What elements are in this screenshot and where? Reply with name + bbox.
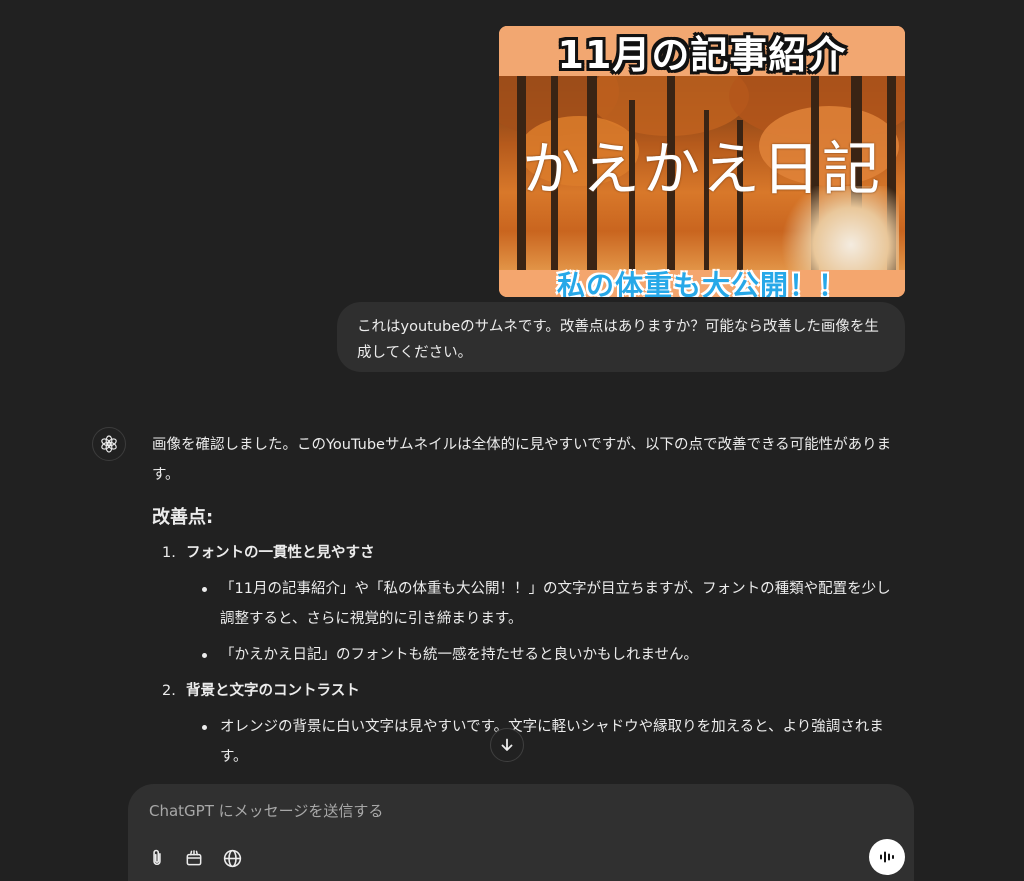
scroll-fade bbox=[0, 766, 1024, 786]
search-web-button[interactable] bbox=[219, 845, 245, 871]
bullet-dot bbox=[202, 587, 207, 592]
thumbnail-main-title: かえかえ日記 bbox=[521, 135, 882, 203]
bullet-dot bbox=[202, 653, 207, 658]
assistant-intro: 画像を確認しました。このYouTubeサムネイルは全体的に見やすいですが、以下の… bbox=[152, 437, 892, 483]
user-message-text: これはyoutubeのサムネです。改善点はありますか？可能なら改善した画像を生成… bbox=[357, 319, 879, 361]
voice-mode-button[interactable] bbox=[869, 839, 905, 875]
message-input[interactable] bbox=[147, 798, 751, 824]
toolbox-icon bbox=[186, 850, 202, 866]
thumbnail-top-banner: 11月の記事紹介 bbox=[499, 26, 905, 77]
globe-icon bbox=[223, 849, 241, 867]
bullet-text: 「11月の記事紹介」や「私の体重も大公開！！」の文字が目立ちますが、フォントの種… bbox=[220, 581, 891, 627]
section-title: フォントの一貫性と見やすさ bbox=[186, 545, 375, 561]
thumbnail-bottom-banner: 私の体重も大公開！！ bbox=[499, 269, 905, 297]
list-item-section-1: 1. フォントの一貫性と見やすさ bbox=[152, 538, 900, 568]
list-number: 2. bbox=[162, 683, 176, 699]
scroll-to-bottom-button[interactable] bbox=[490, 728, 524, 762]
bullet-item: 「11月の記事紹介」や「私の体重も大公開！！」の文字が目立ちますが、フォントの種… bbox=[152, 574, 900, 634]
bullet-text: オレンジの背景に白い文字は見やすいです。文字に軽いシャドウや縁取りを加えると、よ… bbox=[220, 719, 884, 765]
uploaded-thumbnail-image[interactable]: 11月の記事紹介 かえかえ日記 私の体重も大公開！！ bbox=[499, 26, 905, 297]
list-item-section-2: 2. 背景と文字のコントラスト bbox=[152, 676, 900, 706]
tools-button[interactable] bbox=[181, 845, 207, 871]
bullet-dot bbox=[202, 725, 207, 730]
thumbnail-bottom-text: 私の体重も大公開！！ bbox=[556, 268, 847, 298]
voice-mode-icon bbox=[880, 851, 894, 863]
assistant-heading: 改善点: bbox=[152, 507, 214, 528]
section-title: 背景と文字のコントラスト bbox=[186, 683, 360, 699]
list-number: 1. bbox=[162, 545, 176, 561]
openai-logo-icon bbox=[101, 435, 117, 453]
paperclip-icon bbox=[153, 849, 161, 865]
bullet-text: 「かえかえ日記」のフォントも統一感を持たせると良いかもしれません。 bbox=[220, 647, 699, 663]
bullet-item: オレンジの背景に白い文字は見やすいです。文字に軽いシャドウや縁取りを加えると、よ… bbox=[152, 712, 900, 772]
thumbnail-top-text: 11月の記事紹介 bbox=[557, 32, 847, 77]
message-composer bbox=[128, 784, 914, 881]
assistant-avatar bbox=[92, 427, 126, 461]
assistant-message: 画像を確認しました。このYouTubeサムネイルは全体的に見やすいですが、以下の… bbox=[152, 430, 900, 772]
bullet-item: 「かえかえ日記」のフォントも統一感を持たせると良いかもしれません。 bbox=[152, 640, 900, 670]
arrow-down-icon bbox=[501, 738, 513, 751]
user-message-bubble: これはyoutubeのサムネです。改善点はありますか？可能なら改善した画像を生成… bbox=[337, 302, 905, 372]
attach-button[interactable] bbox=[144, 845, 170, 871]
